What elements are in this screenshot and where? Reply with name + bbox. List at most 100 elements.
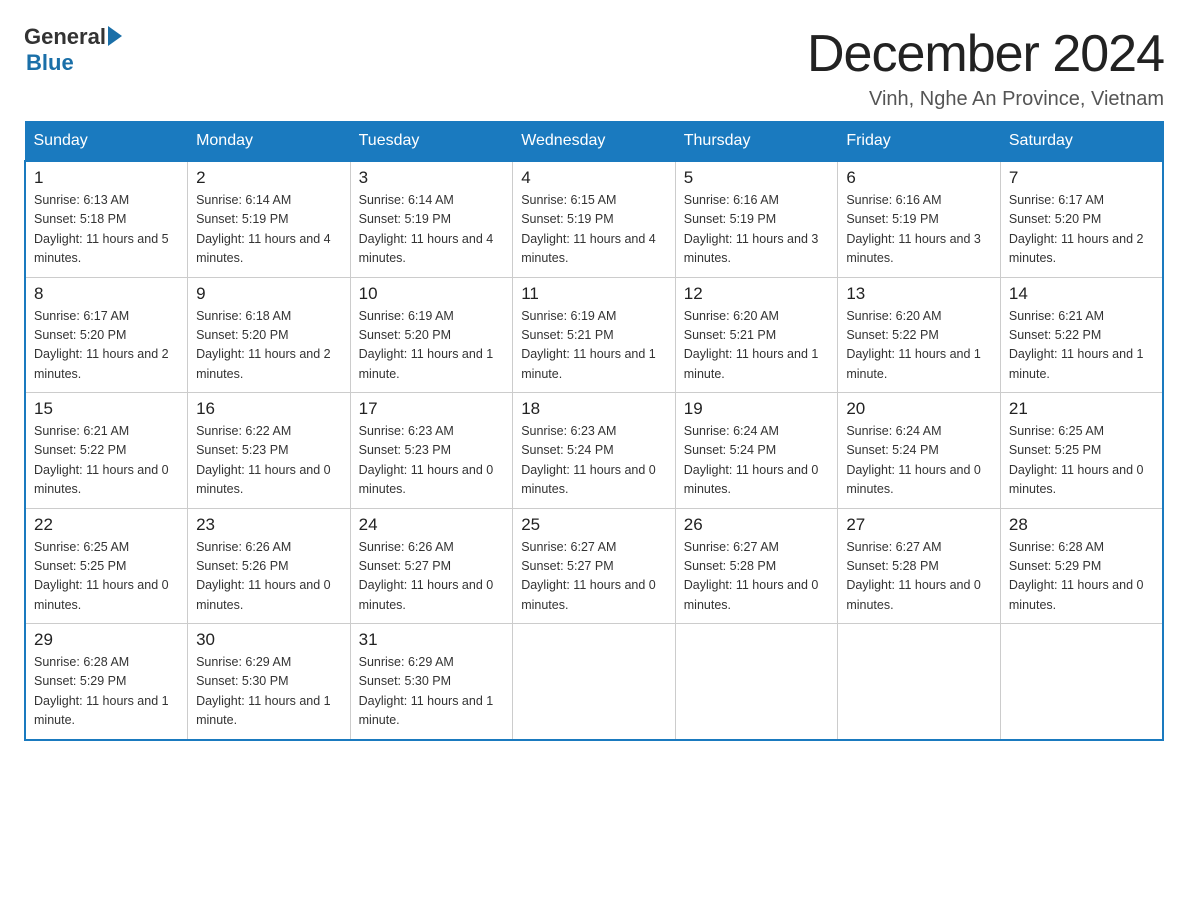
day-number: 16 (196, 399, 342, 419)
day-info: Sunrise: 6:17 AMSunset: 5:20 PMDaylight:… (1009, 191, 1154, 269)
day-number: 17 (359, 399, 505, 419)
day-number: 2 (196, 168, 342, 188)
calendar-day-cell: 7Sunrise: 6:17 AMSunset: 5:20 PMDaylight… (1000, 161, 1163, 277)
day-number: 20 (846, 399, 992, 419)
calendar-day-cell: 15 Sunrise: 6:21 AMSunset: 5:22 PMDayligh… (25, 393, 188, 509)
day-info: Sunrise: 6:18 AMSunset: 5:20 PMDaylight:… (196, 307, 342, 385)
weekday-header-saturday: Saturday (1000, 122, 1163, 162)
calendar-day-cell: 11Sunrise: 6:19 AMSunset: 5:21 PMDayligh… (513, 277, 676, 393)
logo-triangle-icon (108, 26, 122, 46)
calendar-day-cell: 18 Sunrise: 6:23 AMSunset: 5:24 PMDayligh… (513, 393, 676, 509)
day-info: Sunrise: 6:16 AMSunset: 5:19 PMDaylight:… (846, 191, 992, 269)
day-number: 6 (846, 168, 992, 188)
day-number: 23 (196, 515, 342, 535)
day-info: Sunrise: 6:14 AMSunset: 5:19 PMDaylight:… (196, 191, 342, 269)
day-number: 19 (684, 399, 830, 419)
calendar-day-cell (1000, 624, 1163, 740)
day-number: 28 (1009, 515, 1154, 535)
calendar-day-cell: 3 Sunrise: 6:14 AMSunset: 5:19 PMDaylight… (350, 161, 513, 277)
calendar-day-cell: 21 Sunrise: 6:25 AMSunset: 5:25 PMDayligh… (1000, 393, 1163, 509)
day-info: Sunrise: 6:21 AMSunset: 5:22 PMDaylight:… (1009, 307, 1154, 385)
calendar-day-cell: 1Sunrise: 6:13 AMSunset: 5:18 PMDaylight… (25, 161, 188, 277)
day-info: Sunrise: 6:25 AMSunset: 5:25 PMDaylight:… (1009, 422, 1154, 500)
calendar-day-cell: 30 Sunrise: 6:29 AMSunset: 5:30 PMDayligh… (188, 624, 351, 740)
calendar-day-cell: 22 Sunrise: 6:25 AMSunset: 5:25 PMDayligh… (25, 508, 188, 624)
day-info: Sunrise: 6:17 AMSunset: 5:20 PMDaylight:… (34, 307, 179, 385)
calendar-title: December 2024 (807, 24, 1164, 84)
day-number: 26 (684, 515, 830, 535)
title-block: December 2024 Vinh, Nghe An Province, Vi… (807, 24, 1164, 111)
logo-general-text: General (24, 24, 106, 50)
day-number: 1 (34, 168, 179, 188)
day-number: 13 (846, 284, 992, 304)
day-number: 30 (196, 630, 342, 650)
calendar-day-cell: 5 Sunrise: 6:16 AMSunset: 5:19 PMDaylight… (675, 161, 838, 277)
day-info: Sunrise: 6:29 AMSunset: 5:30 PMDaylight:… (359, 653, 505, 731)
calendar-day-cell (675, 624, 838, 740)
day-info: Sunrise: 6:15 AMSunset: 5:19 PMDaylight:… (521, 191, 667, 269)
calendar-day-cell: 24Sunrise: 6:26 AMSunset: 5:27 PMDayligh… (350, 508, 513, 624)
day-info: Sunrise: 6:22 AMSunset: 5:23 PMDaylight:… (196, 422, 342, 500)
day-info: Sunrise: 6:27 AMSunset: 5:28 PMDaylight:… (846, 538, 992, 616)
day-info: Sunrise: 6:23 AMSunset: 5:23 PMDaylight:… (359, 422, 505, 500)
day-info: Sunrise: 6:27 AMSunset: 5:27 PMDaylight:… (521, 538, 667, 616)
day-info: Sunrise: 6:29 AMSunset: 5:30 PMDaylight:… (196, 653, 342, 731)
day-info: Sunrise: 6:16 AMSunset: 5:19 PMDaylight:… (684, 191, 830, 269)
calendar-week-row: 15 Sunrise: 6:21 AMSunset: 5:22 PMDayligh… (25, 393, 1163, 509)
day-info: Sunrise: 6:23 AMSunset: 5:24 PMDaylight:… (521, 422, 667, 500)
day-number: 4 (521, 168, 667, 188)
weekday-header-thursday: Thursday (675, 122, 838, 162)
day-number: 22 (34, 515, 179, 535)
day-number: 31 (359, 630, 505, 650)
day-info: Sunrise: 6:24 AMSunset: 5:24 PMDaylight:… (684, 422, 830, 500)
calendar-day-cell: 14Sunrise: 6:21 AMSunset: 5:22 PMDayligh… (1000, 277, 1163, 393)
logo: General Blue (24, 24, 122, 76)
calendar-day-cell: 8 Sunrise: 6:17 AMSunset: 5:20 PMDaylight… (25, 277, 188, 393)
day-info: Sunrise: 6:26 AMSunset: 5:26 PMDaylight:… (196, 538, 342, 616)
day-number: 11 (521, 284, 667, 304)
day-info: Sunrise: 6:25 AMSunset: 5:25 PMDaylight:… (34, 538, 179, 616)
calendar-day-cell (838, 624, 1001, 740)
day-number: 5 (684, 168, 830, 188)
calendar-day-cell: 28 Sunrise: 6:28 AMSunset: 5:29 PMDayligh… (1000, 508, 1163, 624)
calendar-day-cell: 27Sunrise: 6:27 AMSunset: 5:28 PMDayligh… (838, 508, 1001, 624)
day-info: Sunrise: 6:28 AMSunset: 5:29 PMDaylight:… (34, 653, 179, 731)
day-number: 24 (359, 515, 505, 535)
calendar-day-cell: 6 Sunrise: 6:16 AMSunset: 5:19 PMDaylight… (838, 161, 1001, 277)
day-number: 3 (359, 168, 505, 188)
calendar-day-cell: 12Sunrise: 6:20 AMSunset: 5:21 PMDayligh… (675, 277, 838, 393)
day-number: 10 (359, 284, 505, 304)
calendar-week-row: 1Sunrise: 6:13 AMSunset: 5:18 PMDaylight… (25, 161, 1163, 277)
calendar-day-cell: 17 Sunrise: 6:23 AMSunset: 5:23 PMDayligh… (350, 393, 513, 509)
day-number: 8 (34, 284, 179, 304)
day-info: Sunrise: 6:14 AMSunset: 5:19 PMDaylight:… (359, 191, 505, 269)
day-number: 18 (521, 399, 667, 419)
calendar-day-cell: 16 Sunrise: 6:22 AMSunset: 5:23 PMDayligh… (188, 393, 351, 509)
calendar-day-cell: 19 Sunrise: 6:24 AMSunset: 5:24 PMDayligh… (675, 393, 838, 509)
calendar-day-cell: 20 Sunrise: 6:24 AMSunset: 5:24 PMDayligh… (838, 393, 1001, 509)
day-info: Sunrise: 6:20 AMSunset: 5:21 PMDaylight:… (684, 307, 830, 385)
calendar-week-row: 8 Sunrise: 6:17 AMSunset: 5:20 PMDaylight… (25, 277, 1163, 393)
weekday-header-tuesday: Tuesday (350, 122, 513, 162)
day-info: Sunrise: 6:24 AMSunset: 5:24 PMDaylight:… (846, 422, 992, 500)
calendar-day-cell: 2 Sunrise: 6:14 AMSunset: 5:19 PMDaylight… (188, 161, 351, 277)
weekday-header-sunday: Sunday (25, 122, 188, 162)
weekday-header-friday: Friday (838, 122, 1001, 162)
day-number: 29 (34, 630, 179, 650)
calendar-day-cell: 4 Sunrise: 6:15 AMSunset: 5:19 PMDaylight… (513, 161, 676, 277)
day-number: 15 (34, 399, 179, 419)
calendar-day-cell: 29 Sunrise: 6:28 AMSunset: 5:29 PMDayligh… (25, 624, 188, 740)
calendar-day-cell (513, 624, 676, 740)
logo-blue-text: Blue (26, 50, 74, 76)
day-info: Sunrise: 6:28 AMSunset: 5:29 PMDaylight:… (1009, 538, 1154, 616)
calendar-day-cell: 13Sunrise: 6:20 AMSunset: 5:22 PMDayligh… (838, 277, 1001, 393)
weekday-header-wednesday: Wednesday (513, 122, 676, 162)
day-number: 9 (196, 284, 342, 304)
day-number: 21 (1009, 399, 1154, 419)
weekday-header-monday: Monday (188, 122, 351, 162)
day-info: Sunrise: 6:21 AMSunset: 5:22 PMDaylight:… (34, 422, 179, 500)
calendar-day-cell: 31 Sunrise: 6:29 AMSunset: 5:30 PMDayligh… (350, 624, 513, 740)
calendar-day-cell: 10Sunrise: 6:19 AMSunset: 5:20 PMDayligh… (350, 277, 513, 393)
calendar-week-row: 29 Sunrise: 6:28 AMSunset: 5:29 PMDayligh… (25, 624, 1163, 740)
calendar-week-row: 22 Sunrise: 6:25 AMSunset: 5:25 PMDayligh… (25, 508, 1163, 624)
